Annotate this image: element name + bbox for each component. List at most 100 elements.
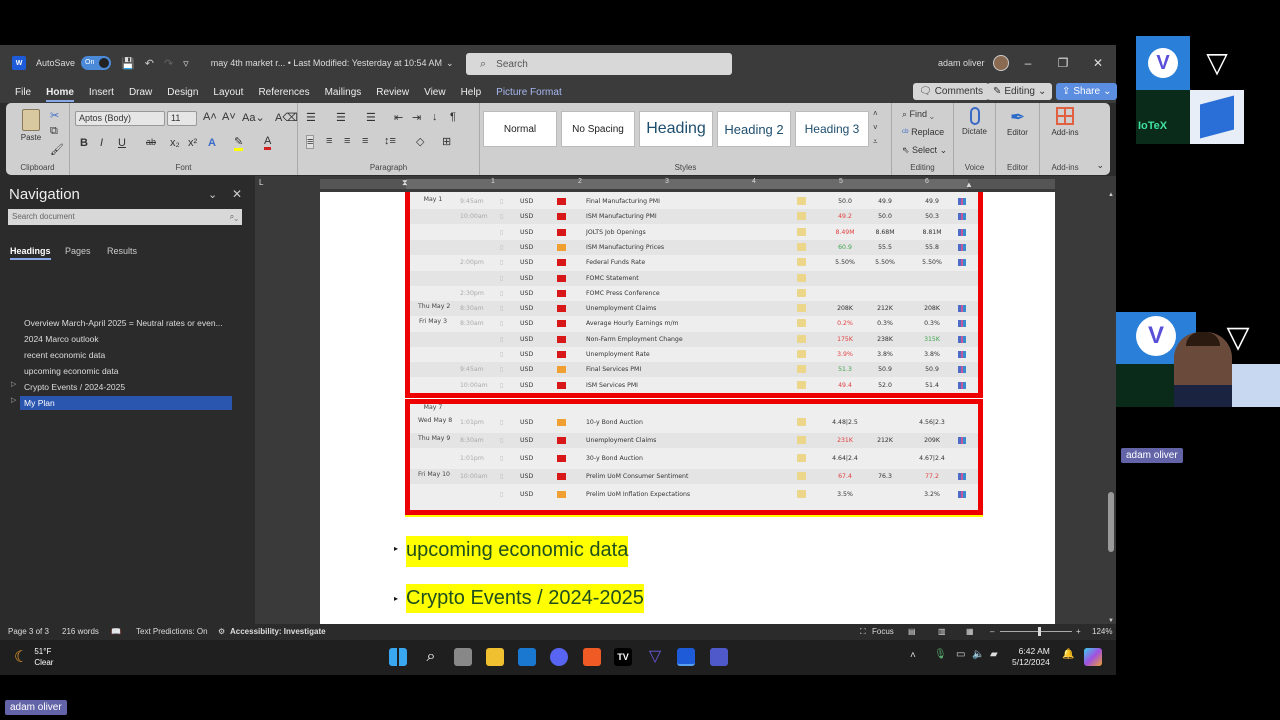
tab-selector[interactable]: L bbox=[259, 178, 263, 187]
economic-calendar-image-1[interactable]: May 1 9:45am ▯ USD Final Manufacturing PMI 50… bbox=[405, 192, 983, 398]
nav-heading-macro-outlook[interactable]: 2024 Marco outlook bbox=[20, 332, 232, 346]
task-view-icon[interactable] bbox=[454, 648, 472, 666]
bold-button[interactable]: B bbox=[80, 137, 88, 149]
undo-icon[interactable]: ↶ bbox=[145, 57, 154, 70]
scrollbar-thumb[interactable] bbox=[1108, 492, 1114, 552]
styles-scroll-up[interactable]: ˄ bbox=[873, 109, 878, 118]
text-predictions[interactable]: Text Predictions: On bbox=[136, 627, 208, 636]
brave-icon[interactable] bbox=[583, 648, 601, 666]
clear-formatting-icon[interactable]: A⌫ bbox=[275, 111, 298, 124]
vechain-app-icon[interactable]: ▽ bbox=[646, 648, 664, 666]
zoom-out-icon[interactable]: – bbox=[990, 627, 994, 636]
word-taskbar-icon[interactable] bbox=[677, 648, 695, 666]
cut-icon[interactable]: ✂ bbox=[50, 109, 59, 122]
style-normal[interactable]: Normal bbox=[483, 111, 557, 147]
tab-file[interactable]: File bbox=[15, 87, 31, 98]
sort-icon[interactable]: ↓ bbox=[432, 111, 438, 123]
horizontal-ruler[interactable]: L 1 2 3 4 5 6 ⧗ ▲ bbox=[255, 176, 1116, 191]
text-effects-icon[interactable]: A bbox=[208, 137, 216, 149]
justify-icon[interactable]: ≡ bbox=[362, 135, 368, 147]
tab-home[interactable]: Home bbox=[46, 87, 74, 102]
focus-button[interactable]: Focus bbox=[872, 627, 894, 636]
tab-layout[interactable]: Layout bbox=[213, 87, 243, 98]
document-page[interactable]: May 1 9:45am ▯ USD Final Manufacturing PMI 50… bbox=[320, 192, 1055, 624]
underline-button[interactable]: U bbox=[118, 137, 126, 149]
network-icon[interactable]: ▭ bbox=[956, 649, 965, 660]
style-heading-3[interactable]: Heading 3 bbox=[795, 111, 869, 147]
show-hidden-icons[interactable]: ˄ bbox=[910, 650, 916, 661]
autosave-toggle[interactable]: On bbox=[81, 56, 112, 70]
expand-icon[interactable]: ▷ bbox=[11, 380, 16, 388]
search-icon[interactable]: ⌕ bbox=[422, 648, 440, 666]
italic-button[interactable]: I bbox=[100, 137, 103, 149]
document-title[interactable]: may 4th market r... • Last Modified: Yes… bbox=[211, 58, 442, 68]
change-case-icon[interactable]: Aa⌄ bbox=[242, 111, 265, 124]
nav-heading-my-plan[interactable]: My Plan bbox=[20, 396, 232, 410]
copy-icon[interactable]: ⧉ bbox=[50, 125, 58, 138]
select-button[interactable]: ⇖ Select ⌄ bbox=[902, 145, 947, 156]
start-icon[interactable] bbox=[389, 648, 407, 666]
tab-picture-format[interactable]: Picture Format bbox=[496, 87, 562, 98]
styles-scroll-down[interactable]: ˅ bbox=[873, 123, 878, 132]
style-no-spacing[interactable]: No Spacing bbox=[561, 111, 635, 147]
battery-icon[interactable]: ▰ bbox=[990, 649, 998, 660]
microphone-icon[interactable]: 🎙 bbox=[934, 649, 947, 660]
tab-references[interactable]: References bbox=[258, 87, 309, 98]
strikethrough-button[interactable]: ab bbox=[146, 137, 156, 147]
increase-indent-icon[interactable]: ⇥ bbox=[412, 111, 421, 124]
shrink-font-icon[interactable]: A˅ bbox=[222, 111, 236, 123]
right-indent-marker[interactable]: ▲ bbox=[965, 180, 973, 189]
file-explorer-icon[interactable] bbox=[486, 648, 504, 666]
tab-pages[interactable]: Pages bbox=[65, 246, 91, 256]
comments-button[interactable]: 🗨 Comments bbox=[913, 83, 990, 100]
volume-icon[interactable]: 🔈 bbox=[972, 649, 984, 660]
discord-icon[interactable] bbox=[550, 648, 568, 666]
align-center-icon[interactable]: ≡ bbox=[326, 135, 332, 147]
expand-arrow-icon[interactable]: ▸ bbox=[394, 594, 398, 603]
font-color-icon[interactable]: A bbox=[264, 135, 272, 150]
tab-design[interactable]: Design bbox=[167, 87, 198, 98]
bullets-icon[interactable]: ☰ bbox=[306, 111, 316, 124]
tab-results[interactable]: Results bbox=[107, 246, 137, 256]
clock[interactable]: 6:42 AM 5/12/2024 bbox=[1012, 646, 1050, 668]
format-painter-icon[interactable]: 🖌 bbox=[50, 143, 64, 156]
page-count[interactable]: Page 3 of 3 bbox=[8, 627, 49, 636]
expand-icon[interactable]: ▷ bbox=[11, 396, 16, 404]
close-pane-icon[interactable]: ✕ bbox=[232, 187, 242, 201]
zoom-slider[interactable] bbox=[1000, 627, 1072, 636]
font-size-select[interactable]: 11 bbox=[167, 111, 197, 126]
replace-button[interactable]: ᶜᵇ Replace bbox=[902, 127, 944, 137]
collapse-ribbon-icon[interactable]: ⌄ bbox=[1096, 160, 1104, 171]
shading-icon[interactable]: ◇ bbox=[416, 135, 424, 148]
tab-insert[interactable]: Insert bbox=[89, 87, 114, 98]
highlight-color-icon[interactable]: ✎ bbox=[234, 135, 244, 151]
tab-draw[interactable]: Draw bbox=[129, 87, 152, 98]
superscript-button[interactable]: x² bbox=[188, 137, 197, 149]
share-button[interactable]: ⇪ Share ⌄ bbox=[1056, 83, 1118, 100]
weather-widget[interactable]: ☾ 51°F Clear bbox=[14, 646, 53, 668]
chevron-down-icon[interactable]: ⌄ bbox=[446, 58, 454, 69]
tradingview-icon[interactable]: TV bbox=[614, 648, 632, 666]
nav-heading-overview[interactable]: Overview March-April 2025 = Neutral rate… bbox=[20, 316, 232, 330]
notification-icon[interactable]: 🔔 bbox=[1062, 649, 1074, 660]
align-left-icon[interactable]: ≡ bbox=[306, 135, 315, 149]
proofing-icon[interactable]: 📖 bbox=[111, 627, 121, 636]
accessibility-status[interactable]: Accessibility: Investigate bbox=[230, 627, 326, 636]
redo-icon[interactable]: ↷ bbox=[164, 57, 173, 70]
outlook-icon[interactable] bbox=[518, 648, 536, 666]
grow-font-icon[interactable]: A˄ bbox=[203, 111, 217, 123]
minimize-button[interactable]: – bbox=[1013, 45, 1043, 81]
teams-icon[interactable] bbox=[710, 648, 728, 666]
print-layout-icon[interactable]: ▥ bbox=[938, 627, 946, 636]
search-input[interactable]: ⌕ Search bbox=[466, 53, 732, 75]
tab-headings[interactable]: Headings bbox=[10, 246, 51, 260]
customize-qat-icon[interactable]: ▿ bbox=[183, 57, 189, 70]
line-spacing-icon[interactable]: ↕≡ bbox=[384, 135, 396, 147]
save-icon[interactable]: 💾 bbox=[121, 57, 135, 70]
word-count[interactable]: 216 words bbox=[62, 627, 99, 636]
style-heading-2[interactable]: Heading 2 bbox=[717, 111, 791, 147]
left-indent-marker[interactable]: ⧗ bbox=[402, 178, 408, 188]
economic-calendar-image-2[interactable]: May 7 Wed May 8 1:01pm ▯ USD 10-y Bond Auctio… bbox=[405, 399, 983, 515]
align-right-icon[interactable]: ≡ bbox=[344, 135, 350, 147]
search-document-input[interactable]: Search document ⌕⌄ bbox=[8, 209, 242, 225]
